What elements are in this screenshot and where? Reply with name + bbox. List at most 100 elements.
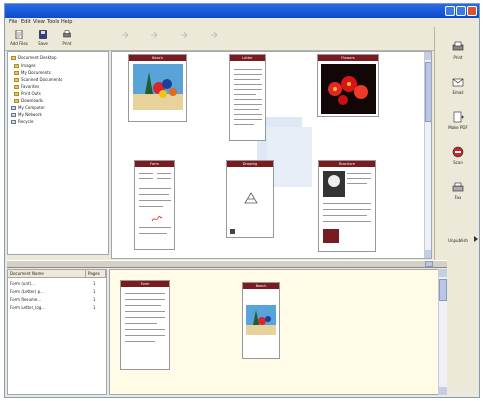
file-row[interactable]: Form Letter_log... 1 xyxy=(10,305,96,310)
folder-icon xyxy=(14,64,19,68)
folder-icon xyxy=(14,85,19,89)
text-line xyxy=(139,178,153,179)
text-line xyxy=(139,233,167,234)
doc-thumbnail-form[interactable]: Form xyxy=(134,160,175,250)
tray-scrollbar[interactable] xyxy=(438,269,447,395)
file-name: Form Resume... xyxy=(10,297,42,302)
thumbnail-caption: Letter xyxy=(230,55,265,61)
file-row[interactable]: Form Resume... 1 xyxy=(10,297,96,302)
doc-thumbnail-brochure[interactable]: Brochure xyxy=(318,160,376,252)
text-line xyxy=(125,293,165,294)
menu-file[interactable]: File xyxy=(9,19,17,25)
print-button[interactable]: Print xyxy=(56,29,78,48)
doc-thumbnail-drawing[interactable]: Drawing xyxy=(226,160,274,238)
bottom-right-panel xyxy=(447,262,479,397)
tree-item-label: Document Desktop xyxy=(18,55,57,60)
tree-item[interactable]: Downloads xyxy=(14,98,43,103)
tree-item[interactable]: My Network xyxy=(11,112,42,117)
scroll-thumb[interactable] xyxy=(439,279,447,301)
maximize-button[interactable] xyxy=(456,6,466,16)
minimize-button[interactable] xyxy=(445,6,455,16)
menu-tools[interactable]: Tools xyxy=(47,19,59,25)
tray-thumbnail-beach[interactable]: Beach xyxy=(242,282,280,359)
scan-action-label: Scan xyxy=(453,160,463,165)
print-action[interactable]: Print xyxy=(438,41,478,71)
text-line xyxy=(347,183,367,184)
text-line xyxy=(234,109,259,110)
toolbar-button-5[interactable] xyxy=(143,29,165,48)
page-marker xyxy=(230,229,235,234)
file-row[interactable]: Form (Letter) p... 1 xyxy=(10,289,96,294)
printer-icon xyxy=(452,41,464,51)
scroll-down-button[interactable] xyxy=(439,387,447,395)
scroll-thumb[interactable] xyxy=(425,62,431,122)
column-header-name[interactable]: Document Name xyxy=(8,270,86,278)
email-action-label: Email xyxy=(452,90,464,95)
text-line xyxy=(125,299,165,300)
file-list: Document Name Pages Form (unt)... 1 Form … xyxy=(7,269,107,395)
tree-item[interactable]: My Computer xyxy=(11,105,45,110)
preview-scrollbar[interactable] xyxy=(424,52,431,258)
add-files-label: Add Files xyxy=(10,41,28,46)
tree-item[interactable]: Images xyxy=(14,63,36,68)
tree-item[interactable]: Print Outs xyxy=(14,91,41,96)
action-panel: Print Email Make PDF Scan Fax Unpublish xyxy=(434,27,479,262)
make-pdf-action-label: Make PDF xyxy=(448,125,468,130)
toolbar-button-4[interactable] xyxy=(114,29,136,48)
fax-action[interactable]: Fax xyxy=(438,181,478,211)
text-line xyxy=(234,94,256,95)
folder-icon xyxy=(14,92,19,96)
email-icon xyxy=(452,78,464,87)
tree-item[interactable]: Favorites xyxy=(14,84,39,89)
file-pages: 1 xyxy=(93,281,96,286)
text-line xyxy=(139,188,171,189)
toolbar-button-6[interactable] xyxy=(173,29,195,48)
column-header-pages[interactable]: Pages xyxy=(86,270,106,278)
doc-thumbnail-flowers[interactable]: Flowers xyxy=(317,54,379,117)
thumbnail-caption: Beach xyxy=(129,55,186,61)
tree-item[interactable]: Recycle xyxy=(11,119,33,124)
close-button[interactable] xyxy=(467,6,477,16)
print-action-label: Print xyxy=(453,55,463,60)
menu-view[interactable]: View xyxy=(33,19,45,25)
tree-item-label: Recycle xyxy=(18,119,34,124)
tree-item[interactable]: Document Desktop xyxy=(11,55,57,60)
tree-item[interactable]: My Documents xyxy=(14,70,51,75)
brochure-block xyxy=(323,229,339,243)
folder-icon xyxy=(11,56,16,60)
scroll-down-button[interactable] xyxy=(425,250,431,258)
add-files-button[interactable]: Add Files xyxy=(8,29,30,48)
tree-item[interactable]: Scanned Documents xyxy=(14,77,62,82)
menu-help[interactable]: Help xyxy=(61,19,72,25)
unpublish-action[interactable]: Unpublish xyxy=(438,232,478,262)
pane-splitter[interactable] xyxy=(7,260,447,268)
email-action[interactable]: Email xyxy=(438,76,478,106)
text-line xyxy=(157,173,171,174)
signature-mark xyxy=(151,216,163,222)
save-button[interactable]: Save xyxy=(32,29,54,48)
text-line xyxy=(234,119,262,120)
file-pages: 1 xyxy=(93,297,96,302)
file-row[interactable]: Form (unt)... 1 xyxy=(10,281,96,286)
text-line xyxy=(323,203,371,204)
text-line xyxy=(234,124,254,125)
text-line xyxy=(234,74,262,75)
toolbar-button-7[interactable] xyxy=(203,29,225,48)
doc-thumbnail-letter[interactable]: Letter xyxy=(229,54,266,141)
thumbnail-caption: Beach xyxy=(243,283,279,289)
text-line xyxy=(157,178,171,179)
file-name: Form (unt)... xyxy=(10,281,35,286)
scan-action[interactable]: Scan xyxy=(438,146,478,176)
doc-thumbnail-beach[interactable]: Beach xyxy=(128,54,187,122)
drawing-sketch xyxy=(244,192,258,204)
chevron-icon xyxy=(474,236,478,242)
menu-edit[interactable]: Edit xyxy=(21,19,31,25)
make-pdf-action[interactable]: Make PDF xyxy=(438,111,478,141)
splitter-collapse-button[interactable] xyxy=(425,261,433,267)
scroll-up-button[interactable] xyxy=(439,269,447,277)
scroll-up-button[interactable] xyxy=(425,52,431,60)
fax-action-label: Fax xyxy=(454,195,462,200)
thumbnail-caption: Drawing xyxy=(227,161,273,167)
tray-thumbnail-form[interactable]: Form xyxy=(120,280,170,370)
tree-item-label: Print Outs xyxy=(21,91,41,96)
